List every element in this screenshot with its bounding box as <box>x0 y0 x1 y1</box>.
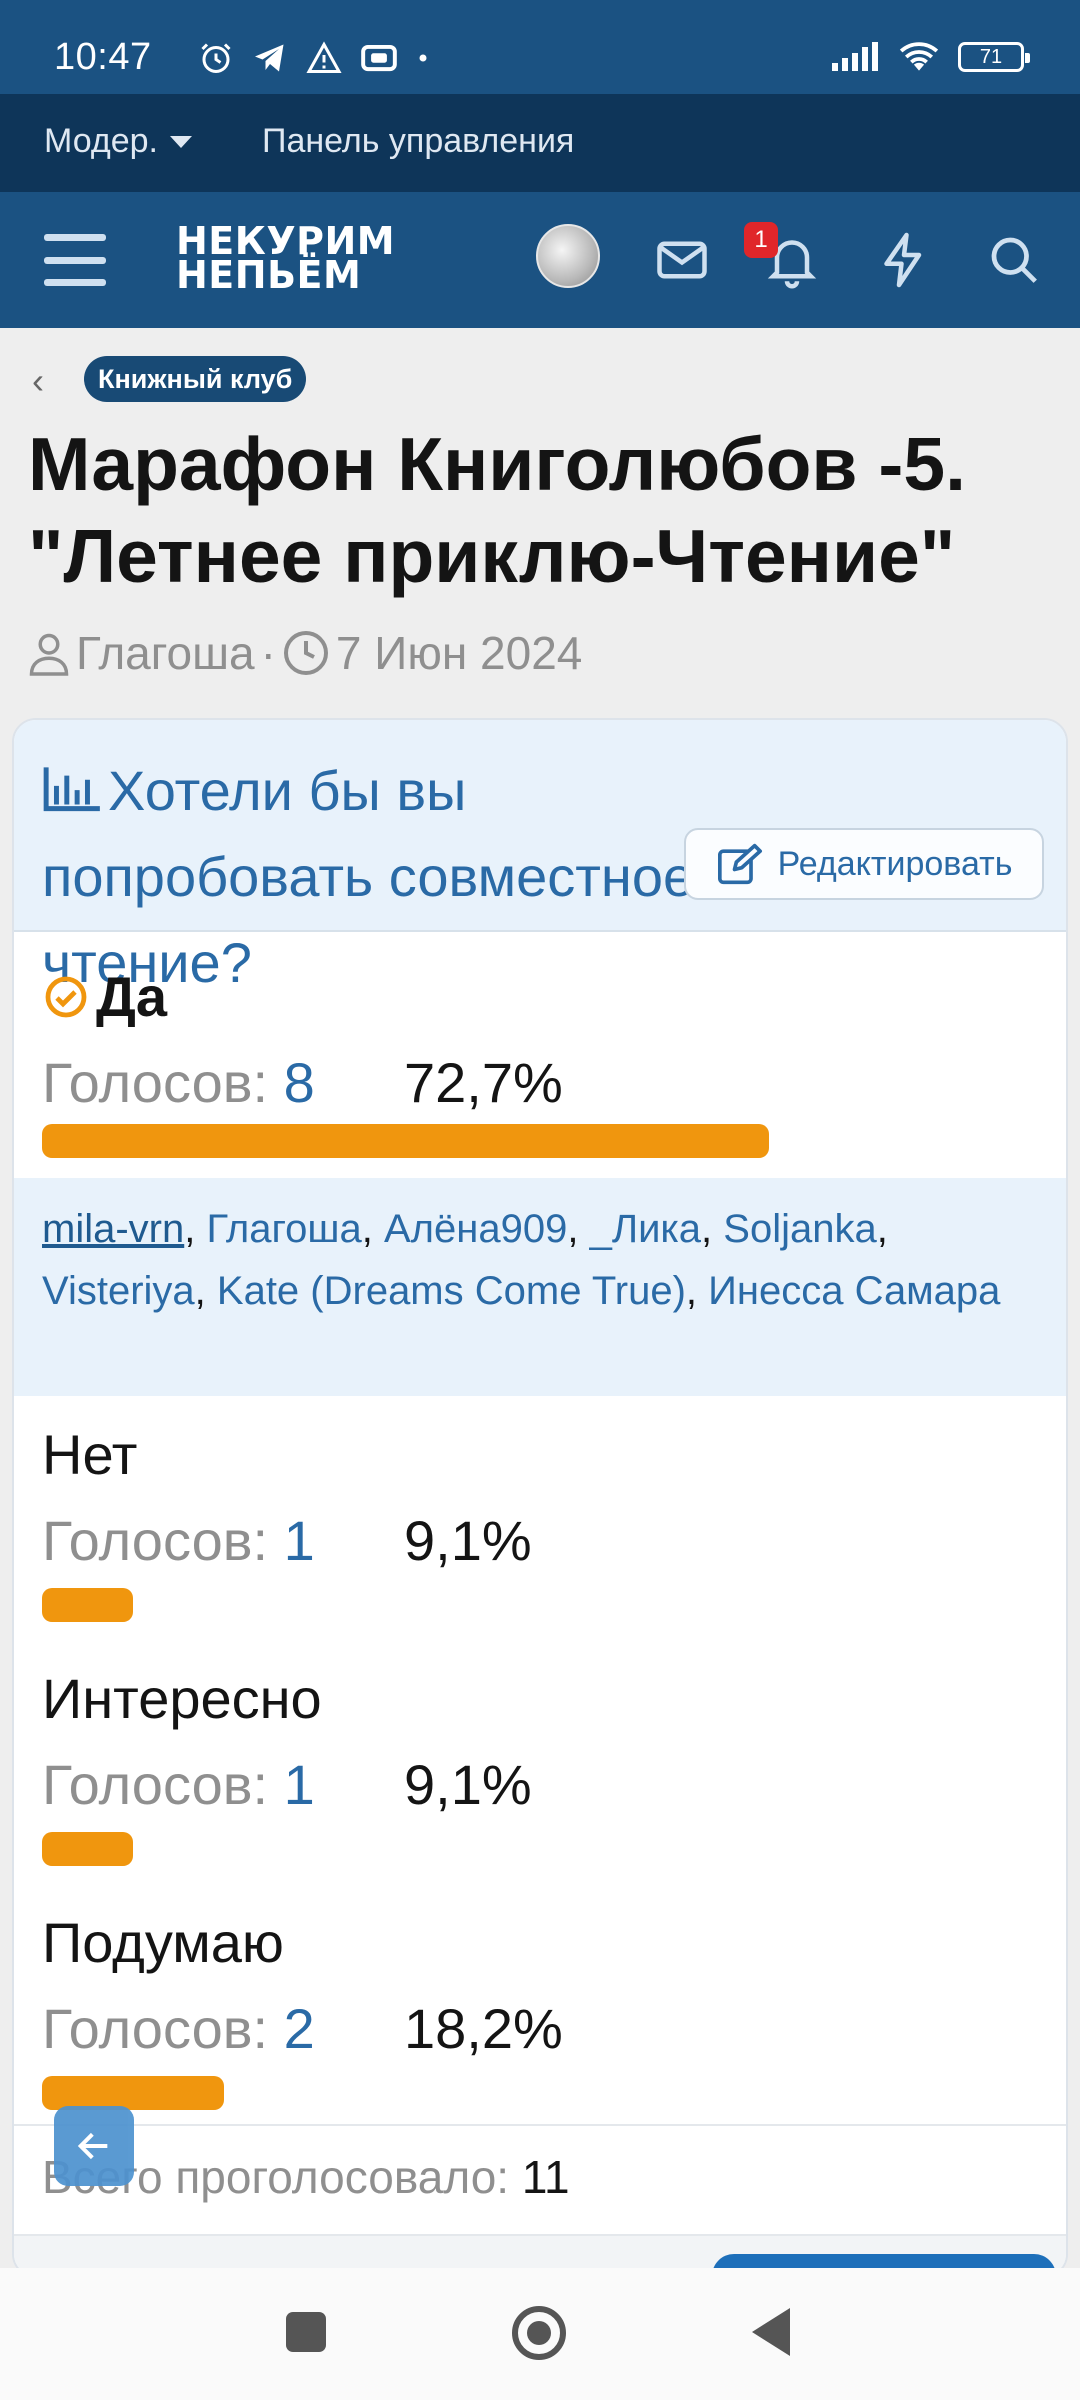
poll-option-percent: 9,1% <box>404 1753 532 1816</box>
poll-option-votes: Голосов: 1 <box>42 1508 315 1573</box>
votes-label: Голосов: <box>42 1753 269 1816</box>
float-back-button[interactable] <box>54 2106 134 2186</box>
warning-icon <box>306 41 342 73</box>
status-bar: 10:47 71 <box>0 0 1080 94</box>
user-icon <box>29 633 69 676</box>
voter-separator: , <box>685 1269 709 1313</box>
poll-voters-list: mila-vrn, Глагоша, Алёна909, _Лика, Solj… <box>14 1178 1066 1396</box>
voter-separator: , <box>701 1207 724 1251</box>
poll-option-votes: Голосов: 1 <box>42 1752 315 1817</box>
arrow-left-icon <box>77 2132 108 2160</box>
telegram-icon <box>255 44 284 72</box>
votes-count-link[interactable]: 1 <box>284 1753 315 1816</box>
avatar[interactable] <box>536 224 600 288</box>
edit-icon <box>717 843 762 885</box>
logo-line-2: НЕПЬЁМ <box>176 253 362 297</box>
poll-option-label: Нет <box>42 1423 138 1486</box>
back-button[interactable] <box>752 2308 790 2356</box>
lightning-icon[interactable] <box>874 230 934 290</box>
thread-author-link[interactable]: Глагоша <box>76 626 255 680</box>
poll-option-percent: 72,7% <box>404 1051 563 1114</box>
meta-separator: · <box>260 627 276 679</box>
poll-option-votes: Голосов: 8 <box>42 1050 315 1115</box>
votes-label: Голосов: <box>42 1997 269 2060</box>
votes-count-link[interactable]: 8 <box>284 1051 315 1114</box>
voter-link[interactable]: Алёна909 <box>384 1207 567 1251</box>
voter-link[interactable]: Soljanka <box>723 1207 876 1251</box>
poll-option-bar <box>42 1124 769 1158</box>
poll-option-percent: 9,1% <box>404 1509 532 1572</box>
votes-count-link[interactable]: 2 <box>284 1997 315 2060</box>
voter-link[interactable]: Глагоша <box>206 1207 361 1251</box>
alarm-icon <box>201 43 231 73</box>
clock-icon <box>283 631 328 675</box>
edit-poll-label: Редактировать <box>777 844 1013 883</box>
voter-separator: , <box>184 1207 207 1251</box>
voter-separator: , <box>567 1207 590 1251</box>
voter-link[interactable]: Visteriya <box>42 1269 195 1313</box>
poll-option-bar <box>42 1588 133 1622</box>
poll-chart-icon <box>43 767 100 812</box>
total-count: 11 <box>521 2151 570 2203</box>
votes-label: Голосов: <box>42 1051 269 1114</box>
poll-option-label: Да <box>42 964 167 1029</box>
poll-option-label: Интересно <box>42 1667 322 1730</box>
poll-option-bar <box>42 2076 224 2110</box>
dot-icon <box>419 54 427 62</box>
menu-icon[interactable] <box>44 234 106 286</box>
poll-option-bar <box>42 1832 133 1866</box>
voter-separator: , <box>876 1207 888 1251</box>
cast-icon <box>361 44 397 72</box>
voter-link[interactable]: Kate (Dreams Come True) <box>217 1269 686 1313</box>
site-header: НЕКУРИМ НЕПЬЁМ 1 <box>0 192 1080 328</box>
poll-question-text: Хотели бы вы попробовать совместное чтен… <box>42 759 695 994</box>
votes-label: Голосов: <box>42 1509 269 1572</box>
thread-title: Марафон Книголюбов -5. "Летнее приклю-Чт… <box>28 422 966 598</box>
edit-poll-button[interactable]: Редактировать <box>684 828 1044 900</box>
chevron-down-icon <box>169 135 192 148</box>
voter-link[interactable]: mila-vrn <box>42 1207 184 1251</box>
control-panel-link[interactable]: Панель управления <box>262 122 574 161</box>
voter-link[interactable]: Инесса Самара <box>708 1269 1000 1313</box>
poll-option-text: Да <box>96 965 168 1028</box>
poll-card: Хотели бы вы попробовать совместное чтен… <box>12 718 1068 2278</box>
site-logo[interactable]: НЕКУРИМ НЕПЬЁМ <box>176 222 395 297</box>
home-button[interactable] <box>512 2306 566 2360</box>
poll-total: Всего проголосовало: 11 <box>14 2124 1066 2234</box>
wifi-icon <box>899 42 939 71</box>
poll-header: Хотели бы вы попробовать совместное чтен… <box>14 720 1066 994</box>
control-panel-label: Панель управления <box>262 122 575 160</box>
breadcrumb-forum-link[interactable]: Книжный клуб <box>84 356 307 402</box>
voter-separator: , <box>194 1269 217 1313</box>
mail-icon[interactable] <box>652 230 712 290</box>
votes-count-link[interactable]: 1 <box>284 1509 315 1572</box>
voter-link[interactable]: _Лика <box>590 1207 701 1251</box>
status-time: 10:47 <box>54 36 152 78</box>
battery-icon: 71 <box>958 42 1030 72</box>
poll-option-percent: 18,2% <box>404 1997 563 2060</box>
system-nav-bar <box>0 2268 1080 2400</box>
moderator-menu-label: Модер. <box>44 122 158 160</box>
notification-badge: 1 <box>744 222 778 258</box>
status-icons-right: 71 <box>830 40 1030 74</box>
poll-option-votes: Голосов: 2 <box>42 1996 315 2061</box>
thread-date-link[interactable]: 7 Июн 2024 <box>336 626 582 680</box>
recents-button[interactable] <box>286 2312 326 2352</box>
breadcrumb-back-icon[interactable]: ‹ <box>32 360 44 402</box>
moderator-menu[interactable]: Модер. <box>44 122 192 161</box>
moderator-bar: Модер. Панель управления <box>0 94 1080 192</box>
poll-option-label: Подумаю <box>42 1911 284 1974</box>
check-circle-icon <box>45 976 87 1017</box>
voter-separator: , <box>361 1207 384 1251</box>
status-icons-left <box>198 40 430 76</box>
search-icon[interactable] <box>984 230 1044 290</box>
signal-icon <box>832 42 878 71</box>
thread-meta: Глагоша · 7 Июн 2024 <box>28 626 582 680</box>
